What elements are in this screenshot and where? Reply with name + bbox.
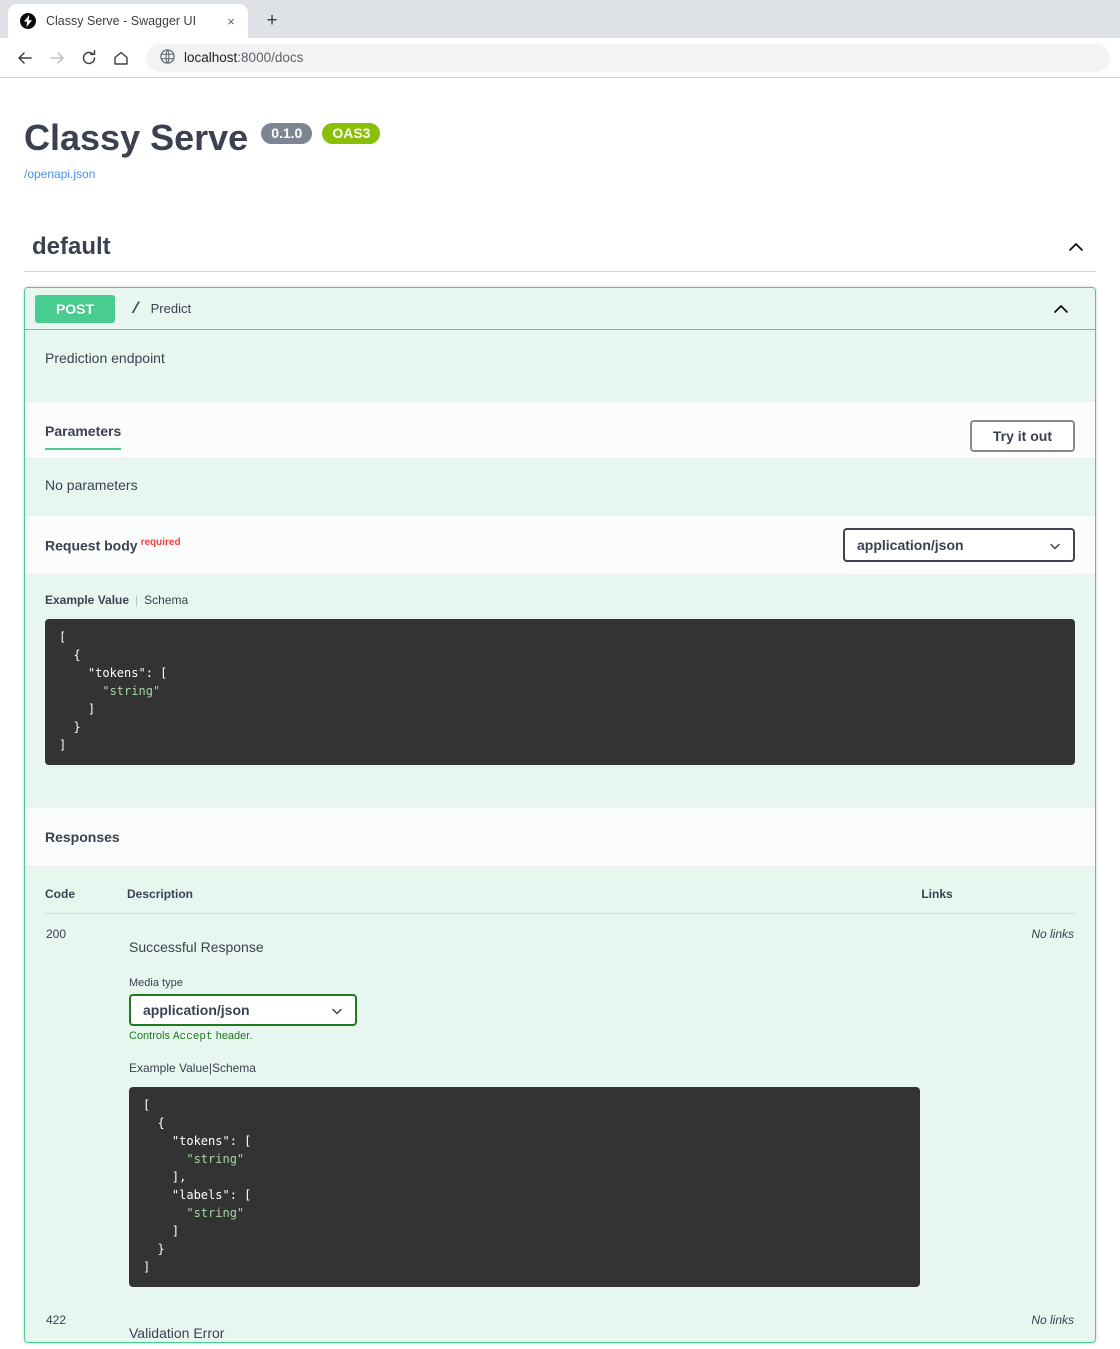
response-example-code: [ { "tokens": [ "string" ], "labels": [ … <box>129 1087 921 1288</box>
column-header-code: Code <box>45 887 127 915</box>
page-title: Classy Serve 0.1.0 OAS3 <box>24 116 1096 159</box>
tab-strip: Classy Serve - Swagger UI × + <box>0 0 1120 38</box>
request-body-title: Request body <box>45 537 138 554</box>
tab-schema[interactable]: Schema <box>144 593 188 607</box>
accept-header-note: Controls Accept header. <box>129 1030 920 1043</box>
browser-tab[interactable]: Classy Serve - Swagger UI × <box>8 4 248 38</box>
browser-chrome: Classy Serve - Swagger UI × + localhost:… <box>0 0 1120 78</box>
request-content-type-select[interactable]: application/json <box>843 528 1075 563</box>
tab-parameters[interactable]: Parameters <box>45 423 122 450</box>
chevron-down-icon <box>1049 539 1061 551</box>
lightning-bolt-icon <box>20 13 36 29</box>
new-tab-button[interactable]: + <box>258 7 286 35</box>
api-title-text: Classy Serve <box>24 117 249 158</box>
back-icon[interactable] <box>10 43 40 73</box>
response-description: Validation Error <box>129 1325 225 1342</box>
home-icon[interactable] <box>106 43 136 73</box>
request-content-type-value: application/json <box>857 537 964 554</box>
address-bar-text: localhost:8000/docs <box>184 50 303 65</box>
table-row: 422 Validation Error No links <box>45 1300 1075 1342</box>
tab-divider: | <box>135 593 139 608</box>
media-type-label: Media type <box>129 977 183 990</box>
response-media-type-select[interactable]: application/json <box>129 994 357 1027</box>
operation-description: Prediction endpoint <box>45 350 165 367</box>
api-version-badge: 0.1.0 <box>261 123 313 145</box>
request-example-json: [ { "tokens": [ "string" ] } ] <box>59 630 168 753</box>
forward-icon[interactable] <box>42 43 72 73</box>
response-description-cell: Validation Error <box>127 1300 921 1342</box>
http-method-badge: POST <box>35 294 115 323</box>
table-header-row: Code Description Links <box>45 887 1075 915</box>
response-links: No links <box>1031 1313 1074 1328</box>
globe-icon <box>160 48 175 67</box>
swagger-ui: Classy Serve 0.1.0 OAS3 /openapi.json de… <box>0 78 1120 1344</box>
column-header-description: Description <box>127 887 922 915</box>
table-row: 200 Successful Response Media type appli… <box>45 914 1075 1301</box>
opblock-summary[interactable]: POST / Predict <box>25 288 1095 331</box>
operation-path: / <box>131 299 141 318</box>
chevron-up-icon[interactable] <box>1066 237 1086 257</box>
address-bar[interactable]: localhost:8000/docs <box>146 43 1110 72</box>
operation-summary: Predict <box>150 301 192 317</box>
tab-example-value[interactable]: Example Value <box>45 593 129 607</box>
request-body-header: Request body required application/json <box>25 515 1095 576</box>
browser-tab-title: Classy Serve - Swagger UI <box>46 14 197 28</box>
response-code: 200 <box>46 927 67 942</box>
no-parameters-text: No parameters <box>25 459 1095 516</box>
openapi-spec-link[interactable]: /openapi.json <box>24 167 95 181</box>
required-badge: required <box>140 536 181 548</box>
address-path: :8000/docs <box>237 50 304 65</box>
request-body-label: Request body required <box>45 537 181 554</box>
tag-name: default <box>32 233 111 261</box>
response-example-json: [ { "tokens": [ "string" ], "labels": [ … <box>143 1098 252 1275</box>
close-icon[interactable]: × <box>222 12 240 30</box>
response-description: Successful Response <box>129 939 264 956</box>
opblock-post-predict: POST / Predict Prediction endpoint Param… <box>24 287 1096 1344</box>
request-example-tabs: Example Value | Schema <box>45 593 1075 607</box>
address-host: localhost <box>184 50 238 65</box>
accept-note-post: header. <box>212 1030 253 1043</box>
oas-version-badge: OAS3 <box>322 123 381 145</box>
response-code: 422 <box>46 1313 67 1328</box>
response-media-type-value: application/json <box>143 1002 250 1019</box>
tag-header[interactable]: default <box>24 233 1096 273</box>
tag-section-default: default POST / Predict Prediction endpoi… <box>24 233 1096 1344</box>
request-example-code: [ { "tokens": [ "string" ] } ] <box>45 619 1075 766</box>
browser-toolbar: localhost:8000/docs <box>0 38 1120 78</box>
chevron-down-icon <box>331 1004 343 1016</box>
response-description-cell: Successful Response Media type applicati… <box>127 914 921 1301</box>
chevron-up-icon[interactable] <box>1051 299 1071 319</box>
responses-table-body: 200 Successful Response Media type appli… <box>45 914 1075 1343</box>
tab-example-value[interactable]: Example Value <box>129 1061 209 1075</box>
responses-table: Code Description Links 200 Successful Re… <box>45 887 1075 1342</box>
column-header-links: Links <box>921 887 1075 915</box>
responses-table-head: Code Description Links <box>45 887 1075 915</box>
openapi-spec-link-wrapper: /openapi.json <box>24 167 1096 181</box>
accept-note-code: Accept <box>173 1031 213 1044</box>
responses-body: Code Description Links 200 Successful Re… <box>25 867 1095 1343</box>
accept-note-pre: Controls <box>129 1030 174 1043</box>
tab-schema[interactable]: Schema <box>212 1061 256 1075</box>
responses-header: Responses <box>25 807 1095 868</box>
api-info: Classy Serve 0.1.0 OAS3 /openapi.json <box>24 78 1096 181</box>
response-links: No links <box>1031 927 1074 942</box>
opblock-body: Prediction endpoint Parameters Try it ou… <box>25 330 1095 1343</box>
reload-icon[interactable] <box>74 43 104 73</box>
request-example-area: Example Value | Schema [ { "tokens": [ "st… <box>25 575 1095 808</box>
parameters-header: Parameters Try it out <box>25 401 1095 460</box>
response-example-tabs: Example Value|Schema <box>129 1061 920 1075</box>
try-it-out-button[interactable]: Try it out <box>969 420 1075 453</box>
responses-title: Responses <box>45 829 120 846</box>
